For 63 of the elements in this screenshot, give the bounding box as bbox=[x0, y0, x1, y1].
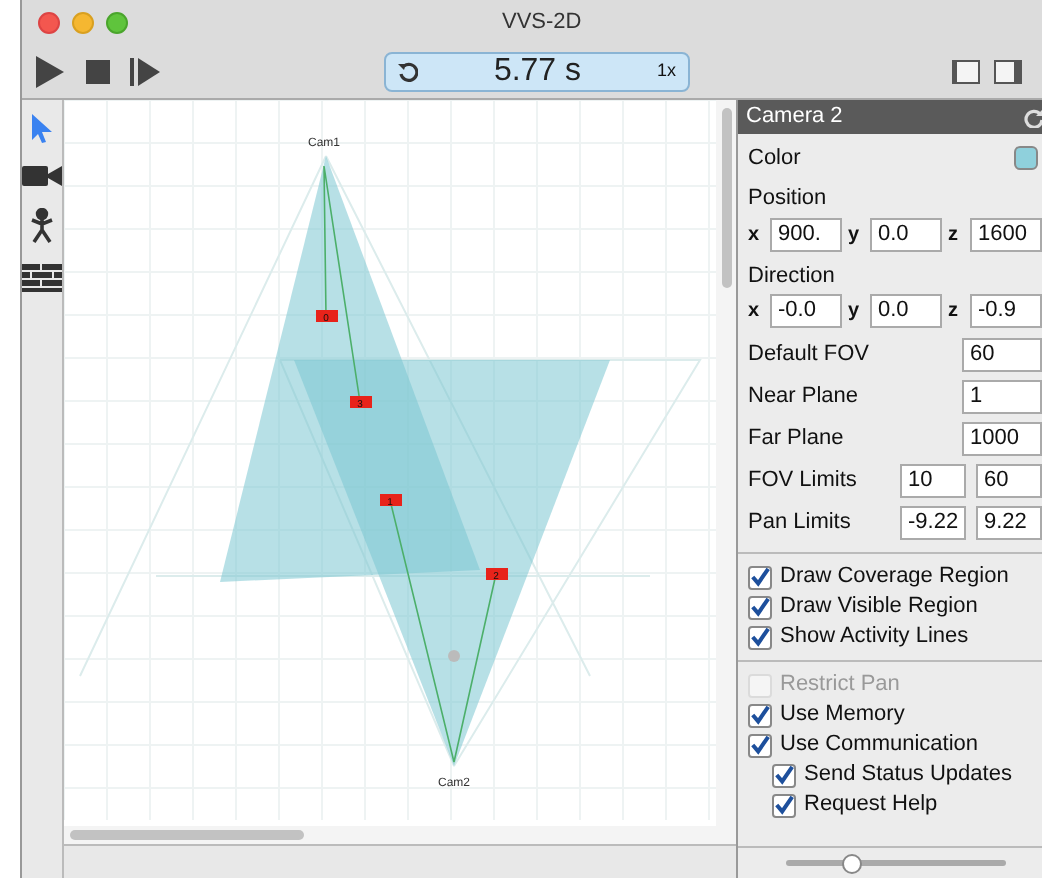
time-value: 5.77 s bbox=[491, 51, 584, 91]
checkbox[interactable] bbox=[748, 625, 772, 649]
pointer-icon[interactable] bbox=[28, 112, 56, 144]
axis-label: y bbox=[848, 298, 862, 326]
checkbox[interactable] bbox=[748, 703, 772, 727]
left-panel-icon[interactable] bbox=[952, 59, 980, 83]
text-field[interactable]: -9.22 bbox=[900, 506, 966, 540]
field-label: FOV Limits bbox=[748, 466, 859, 497]
play-icon[interactable] bbox=[34, 53, 66, 89]
text-field[interactable]: 9.22 bbox=[976, 506, 1042, 540]
checkbox[interactable] bbox=[772, 793, 796, 817]
inspector-title: Camera 2 bbox=[746, 102, 843, 133]
text-field[interactable]: 60 bbox=[962, 338, 1042, 372]
field-label: Near Plane bbox=[748, 382, 861, 413]
field-label: Pan Limits bbox=[748, 508, 853, 539]
checkbox-label: Use Memory bbox=[780, 700, 905, 731]
axis-label: x bbox=[748, 298, 762, 326]
speed-value: 1x bbox=[656, 57, 676, 84]
checkbox-label: Show Activity Lines bbox=[780, 622, 969, 653]
stop-icon[interactable] bbox=[86, 59, 110, 83]
text-field[interactable]: 1000 bbox=[962, 422, 1042, 456]
checkbox[interactable] bbox=[748, 565, 772, 589]
reset-icon[interactable] bbox=[398, 61, 418, 81]
text-field[interactable]: 0.0 bbox=[870, 217, 942, 251]
text-field[interactable]: 10 bbox=[900, 464, 966, 498]
color-swatch[interactable] bbox=[1014, 146, 1038, 170]
text-field[interactable]: -0.9 bbox=[970, 294, 1042, 328]
text-field[interactable]: 1 bbox=[962, 380, 1042, 414]
brick-wall-icon[interactable] bbox=[22, 264, 62, 292]
axis-label: x bbox=[748, 221, 762, 249]
video-camera-icon[interactable] bbox=[22, 164, 62, 188]
window-title: VVS-2D bbox=[502, 7, 582, 38]
text-field[interactable]: 1600 bbox=[970, 217, 1042, 251]
target-dot bbox=[448, 650, 460, 662]
checkbox-label: Request Help bbox=[804, 790, 938, 821]
checkbox-label: Use Communication bbox=[780, 730, 979, 761]
checkbox[interactable] bbox=[748, 595, 772, 619]
right-panel-icon[interactable] bbox=[994, 59, 1022, 83]
horizontal-scrollbar[interactable] bbox=[64, 826, 736, 846]
axis-label: z bbox=[948, 298, 960, 326]
field-label: Direction bbox=[748, 261, 837, 291]
checkbox-label: Draw Coverage Region bbox=[780, 562, 1009, 593]
person-icon[interactable] bbox=[28, 208, 56, 244]
checkbox[interactable] bbox=[772, 763, 796, 787]
axis-label: z bbox=[948, 221, 960, 249]
checkbox-label: Restrict Pan bbox=[780, 670, 900, 701]
field-label: Color bbox=[748, 143, 801, 174]
text-field[interactable]: 900. bbox=[770, 217, 842, 251]
checkbox-label: Draw Visible Region bbox=[780, 592, 978, 623]
text-field[interactable]: 60 bbox=[976, 464, 1042, 498]
text-field[interactable]: -0.0 bbox=[770, 294, 842, 328]
checkbox[interactable] bbox=[748, 733, 772, 757]
field-label: Position bbox=[748, 184, 829, 214]
zoom-slider[interactable] bbox=[785, 853, 1005, 873]
vertical-scrollbar[interactable] bbox=[716, 100, 736, 826]
step-forward-icon[interactable] bbox=[130, 57, 160, 85]
refresh-icon[interactable] bbox=[1024, 107, 1042, 127]
close-button[interactable] bbox=[38, 11, 60, 33]
checkbox-label: Send Status Updates bbox=[804, 760, 1012, 791]
field-label: Default FOV bbox=[748, 340, 872, 371]
text-field[interactable]: 0.0 bbox=[870, 294, 942, 328]
field-label: Far Plane bbox=[748, 424, 846, 455]
axis-label: y bbox=[848, 221, 862, 249]
